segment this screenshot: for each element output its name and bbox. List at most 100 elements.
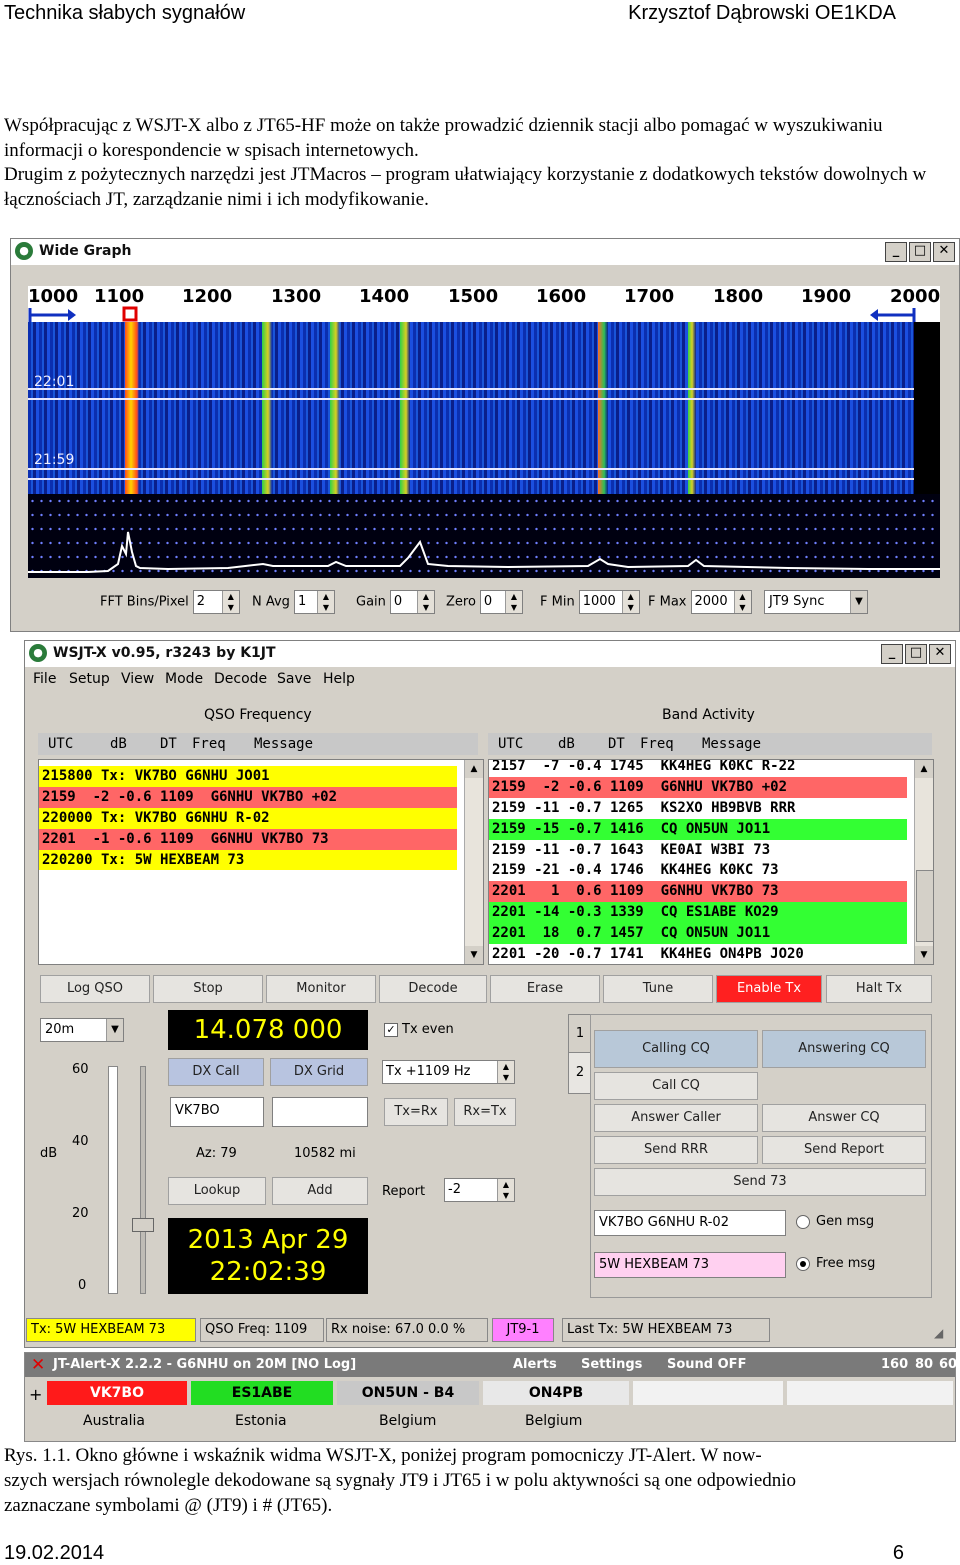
list-item[interactable]: 2201 -1 -0.6 1109 G6NHU VK7BO 73 [39, 828, 457, 850]
tx-freq-spinbox[interactable]: Tx +1109 Hz ▲ ▼ [382, 1060, 515, 1084]
menu-view[interactable]: View [121, 671, 154, 687]
report-spinbox[interactable]: -2 ▲ ▼ [444, 1178, 515, 1202]
scroll-down-icon[interactable]: ▼ [915, 946, 933, 964]
close-icon[interactable]: ✕ [31, 1355, 45, 1375]
list-item[interactable]: 220200 Tx: 5W HEXBEAM 73 [39, 849, 457, 871]
list-item[interactable]: 2159 -15 -0.7 1416 CQ ON5UN JO11 [489, 818, 907, 840]
tune-button[interactable]: Tune [603, 975, 713, 1003]
maximize-icon[interactable]: □ [905, 644, 927, 664]
send-rrr-button[interactable]: Send RRR [594, 1136, 758, 1164]
menu-file[interactable]: File [33, 671, 56, 687]
expand-icon[interactable]: + [29, 1385, 42, 1404]
band-160[interactable]: 160 [881, 1357, 908, 1372]
rx-eq-tx-button[interactable]: Rx=Tx [454, 1098, 516, 1126]
list-item[interactable]: 220000 Tx: VK7BO G6NHU R-02 [39, 807, 457, 829]
add-button[interactable]: Add [272, 1177, 368, 1205]
log-qso-button[interactable]: Log QSO [40, 975, 150, 1003]
sync-mode-select[interactable]: JT9 Sync ▼ [764, 590, 868, 614]
gain-spinbox[interactable]: 0 ▲ ▼ [389, 590, 435, 614]
dx-grid-input[interactable] [272, 1097, 368, 1127]
minimize-icon[interactable]: _ [885, 242, 907, 262]
lookup-button[interactable]: Lookup [168, 1177, 266, 1205]
minimize-icon[interactable]: _ [881, 644, 903, 664]
erase-button[interactable]: Erase [490, 975, 600, 1003]
list-item[interactable]: 2159 -11 -0.7 1643 KE0AI W3BI 73 [489, 839, 907, 861]
settings-menu[interactable]: Settings [581, 1357, 642, 1372]
signal-slider[interactable] [140, 1066, 146, 1294]
menu-decode[interactable]: Decode [214, 671, 267, 687]
band-60[interactable]: 60 [939, 1357, 957, 1372]
band-activity-list[interactable]: 2157 -7 -0.4 1745 KK4HEG K0KC R-22 2159 -… [488, 759, 934, 965]
alert-call-cell[interactable]: ES1ABE [191, 1381, 333, 1405]
band-80[interactable]: 80 [915, 1357, 933, 1372]
slider-handle[interactable] [132, 1218, 154, 1232]
list-item[interactable]: 2201 -20 -0.7 1741 KK4HEG ON4PB JO20 [489, 944, 907, 964]
macro-tab-2[interactable]: 2 [568, 1052, 592, 1094]
frequency-scale[interactable]: 1000 1100 1200 1300 1400 1500 1600 1700 … [28, 286, 940, 322]
resize-grip-icon[interactable]: ◢ [934, 1326, 943, 1340]
zero-spinbox[interactable]: 0 ▲ ▼ [479, 590, 523, 614]
alert-call-cell[interactable]: ON5UN - B4 [337, 1381, 479, 1405]
dx-call-input[interactable]: VK7BO [170, 1097, 264, 1127]
alert-empty-cell[interactable] [787, 1381, 953, 1405]
gen-msg-input[interactable]: VK7BO G6NHU R-02 [594, 1210, 786, 1236]
alert-empty-cell[interactable] [633, 1381, 783, 1405]
call-cq-button[interactable]: Call CQ [594, 1072, 758, 1100]
list-item[interactable]: 2157 -7 -0.4 1745 KK4HEG K0KC R-22 [489, 760, 907, 777]
gen-msg-radio[interactable]: Gen msg [796, 1214, 874, 1229]
monitor-button[interactable]: Monitor [266, 975, 376, 1003]
free-msg-radio[interactable]: Free msg [796, 1256, 875, 1271]
chevron-down-icon[interactable]: ▼ [106, 1019, 123, 1041]
decode-button[interactable]: Decode [379, 975, 487, 1003]
scroll-up-icon[interactable]: ▲ [915, 760, 933, 778]
spin-arrows-icon[interactable]: ▲ ▼ [504, 591, 522, 613]
qso-frequency-list[interactable]: 215800 Tx: VK7BO G6NHU JO01 2159 -2 -0.6 … [38, 759, 484, 965]
list-item[interactable]: 2201 18 0.7 1457 CQ ON5UN JO11 [489, 923, 907, 945]
spin-arrows-icon[interactable]: ▲ ▼ [733, 591, 751, 613]
scroll-down-icon[interactable]: ▼ [465, 946, 483, 964]
waterfall-display[interactable]: 22:01 21:59 [28, 322, 914, 494]
spin-arrows-icon[interactable]: ▲ ▼ [497, 1061, 514, 1083]
list-item[interactable]: 2159 -2 -0.6 1109 G6NHU VK7BO +02 [39, 786, 457, 808]
calling-cq-tab[interactable]: Calling CQ [594, 1030, 758, 1068]
sound-menu[interactable]: Sound OFF [667, 1357, 746, 1372]
halt-tx-button[interactable]: Halt Tx [826, 975, 932, 1003]
spin-arrows-icon[interactable]: ▲ ▼ [497, 1179, 514, 1201]
list-item[interactable]: 2159 -21 -0.4 1746 KK4HEG K0KC 73 [489, 860, 907, 882]
band-select[interactable]: 20m ▼ [40, 1018, 124, 1042]
list-item[interactable]: 215800 Tx: VK7BO G6NHU JO01 [39, 766, 457, 787]
stop-button[interactable]: Stop [153, 975, 263, 1003]
band-scrollbar[interactable]: ▲ ▼ [914, 760, 933, 964]
fmin-spinbox[interactable]: 1000 ▲ ▼ [578, 590, 640, 614]
scroll-thumb[interactable] [916, 870, 933, 942]
spin-arrows-icon[interactable]: ▲ ▼ [416, 591, 434, 613]
spectrum-display[interactable] [28, 494, 940, 578]
menu-save[interactable]: Save [277, 671, 311, 687]
list-item[interactable]: 2201 1 0.6 1109 G6NHU VK7BO 73 [489, 881, 907, 903]
answering-cq-tab[interactable]: Answering CQ [762, 1030, 926, 1068]
list-item[interactable]: 2159 -2 -0.6 1109 G6NHU VK7BO +02 [489, 776, 907, 798]
send-report-button[interactable]: Send Report [762, 1136, 926, 1164]
close-icon[interactable]: ✕ [929, 644, 951, 664]
scroll-up-icon[interactable]: ▲ [465, 760, 483, 778]
qso-scrollbar[interactable]: ▲ ▼ [464, 760, 483, 964]
tx-even-checkbox[interactable]: ✓ Tx even [384, 1022, 454, 1037]
fft-bins-spinbox[interactable]: 2 ▲ ▼ [192, 590, 240, 614]
spin-arrows-icon[interactable]: ▲ ▼ [221, 591, 239, 613]
enable-tx-button[interactable]: Enable Tx [716, 975, 822, 1003]
menu-help[interactable]: Help [323, 671, 355, 687]
navg-spinbox[interactable]: 1 ▲ ▼ [293, 590, 335, 614]
alerts-menu[interactable]: Alerts [513, 1357, 557, 1372]
spin-arrows-icon[interactable]: ▲ ▼ [316, 591, 334, 613]
tx-eq-rx-button[interactable]: Tx=Rx [384, 1098, 448, 1126]
free-msg-input[interactable]: 5W HEXBEAM 73 [594, 1252, 786, 1278]
answer-cq-button[interactable]: Answer CQ [762, 1104, 926, 1132]
alert-call-cell[interactable]: VK7BO [47, 1381, 187, 1405]
alert-call-cell[interactable]: ON4PB [483, 1381, 629, 1405]
close-icon[interactable]: ✕ [933, 242, 955, 262]
menu-mode[interactable]: Mode [165, 671, 203, 687]
maximize-icon[interactable]: □ [909, 242, 931, 262]
answer-caller-button[interactable]: Answer Caller [594, 1104, 758, 1132]
chevron-down-icon[interactable]: ▼ [850, 591, 867, 613]
list-item[interactable]: 2201 -14 -0.3 1339 CQ ES1ABE KO29 [489, 902, 907, 924]
